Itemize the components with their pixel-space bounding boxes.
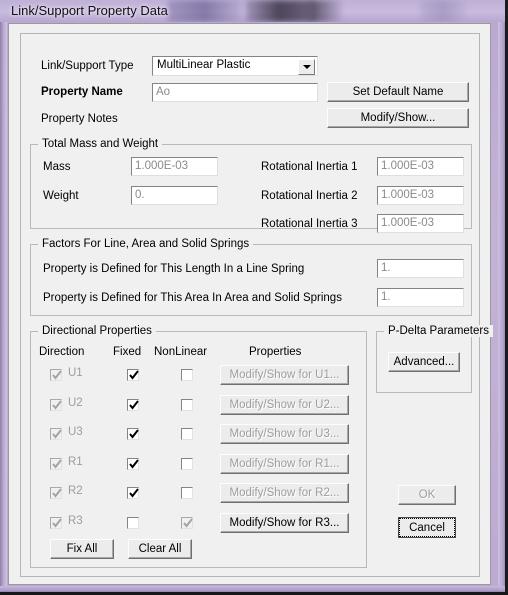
checkmark-icon	[129, 429, 139, 440]
fixed-checkbox-r2[interactable]	[127, 487, 139, 499]
modify-show-button-u3: Modify/Show for U3...	[220, 424, 349, 444]
direction-label-u3: U3	[68, 426, 83, 438]
link-support-type-combo[interactable]: MultiLinear Plastic	[152, 56, 318, 76]
rotational-inertia-3-label: Rotational Inertia 3	[261, 218, 358, 230]
rotational-inertia-1-label: Rotational Inertia 1	[261, 161, 358, 173]
checkmark-icon	[52, 429, 62, 440]
total-mass-weight-group-title: Total Mass and Weight	[38, 138, 163, 150]
weight-label: Weight	[43, 190, 79, 202]
nonlinear-checkbox-u2[interactable]	[181, 399, 193, 411]
checkmark-icon	[129, 400, 139, 411]
column-header-nonlinear: NonLinear	[154, 346, 208, 358]
nonlinear-checkbox-u1[interactable]	[181, 369, 193, 381]
modify-show-button-u2: Modify/Show for U2...	[220, 395, 349, 415]
nonlinear-checkbox-u3[interactable]	[181, 428, 193, 440]
rotational-inertia-2-label: Rotational Inertia 2	[261, 190, 358, 202]
direction-label-u2: U2	[68, 397, 83, 409]
direction-label-r3: R3	[68, 515, 83, 527]
direction-checkbox-r1	[50, 458, 62, 470]
rotational-inertia-3-input[interactable]: 1.000E-03	[377, 214, 464, 233]
dialog-client-area: Link/Support Type MultiLinear Plastic Pr…	[8, 23, 493, 585]
checkmark-icon	[52, 370, 62, 381]
modify-show-button-u1: Modify/Show for U1...	[220, 365, 349, 385]
titlebar-blur-artifact	[310, 0, 342, 22]
direction-label-u1: U1	[68, 367, 83, 379]
link-support-type-value: MultiLinear Plastic	[157, 59, 251, 71]
window-frame-left-edge	[0, 0, 7, 590]
rotational-inertia-2-input[interactable]: 1.000E-03	[377, 186, 464, 205]
direction-checkbox-u3	[50, 428, 62, 440]
checkmark-icon	[183, 518, 193, 529]
checkmark-icon	[52, 518, 62, 529]
fixed-checkbox-u3[interactable]	[127, 428, 139, 440]
fix-all-button[interactable]: Fix All	[50, 539, 114, 559]
set-default-name-button[interactable]: Set Default Name	[327, 82, 469, 102]
title-bar[interactable]: Link/Support Property Data	[0, 0, 508, 22]
cancel-button-label: Cancel	[399, 518, 455, 537]
fixed-checkbox-r3[interactable]	[127, 517, 139, 529]
property-notes-label: Property Notes	[41, 113, 118, 125]
modify-show-button-r1: Modify/Show for R1...	[220, 454, 349, 474]
advanced-button[interactable]: Advanced...	[388, 352, 460, 372]
area-solid-spring-area-label: Property is Defined for This Area In Are…	[43, 292, 342, 304]
property-name-label: Property Name	[41, 86, 123, 98]
fixed-checkbox-r1[interactable]	[127, 458, 139, 470]
clear-all-button[interactable]: Clear All	[128, 539, 192, 559]
checkmark-icon	[129, 488, 139, 499]
area-solid-spring-area-input[interactable]: 1.	[377, 288, 464, 307]
direction-checkbox-r2	[50, 487, 62, 499]
direction-label-r1: R1	[68, 456, 83, 468]
nonlinear-checkbox-r1[interactable]	[181, 458, 193, 470]
titlebar-blur-artifact	[168, 0, 242, 22]
direction-checkbox-u2	[50, 399, 62, 411]
pdelta-parameters-group-title: P-Delta Parameters	[384, 325, 493, 337]
checkmark-icon	[129, 370, 139, 381]
modify-show-button-r3[interactable]: Modify/Show for R3...	[220, 513, 349, 533]
mass-input[interactable]: 1.000E-03	[131, 157, 218, 176]
modify-show-button[interactable]: Modify/Show...	[327, 108, 469, 128]
direction-checkbox-u1	[50, 369, 62, 381]
rotational-inertia-1-input[interactable]: 1.000E-03	[377, 157, 464, 176]
direction-checkbox-r3	[50, 517, 62, 529]
weight-input[interactable]: 0.	[131, 186, 218, 205]
property-name-input[interactable]: Ao	[152, 83, 318, 102]
line-spring-length-label: Property is Defined for This Length In a…	[43, 263, 305, 275]
modify-show-button-r2: Modify/Show for R2...	[220, 483, 349, 503]
cancel-button[interactable]: Cancel	[398, 517, 456, 538]
nonlinear-checkbox-r2[interactable]	[181, 487, 193, 499]
checkmark-icon	[129, 459, 139, 470]
column-header-properties: Properties	[249, 346, 302, 358]
column-header-direction: Direction	[39, 346, 85, 358]
mass-label: Mass	[43, 161, 71, 173]
nonlinear-checkbox-r3	[181, 517, 193, 529]
chevron-down-icon[interactable]	[298, 59, 315, 75]
fixed-checkbox-u2[interactable]	[127, 399, 139, 411]
direction-label-r2: R2	[68, 485, 83, 497]
checkmark-icon	[52, 488, 62, 499]
ok-button[interactable]: OK	[398, 485, 456, 505]
checkmark-icon	[52, 459, 62, 470]
column-header-fixed: Fixed	[113, 346, 142, 358]
titlebar-blur-artifact	[246, 0, 312, 22]
window-frame: Link/Support Property Data Link/Support …	[0, 0, 508, 595]
directional-properties-group-title: Directional Properties	[38, 325, 156, 337]
window-title: Link/Support Property Data	[11, 3, 168, 18]
factors-group-title: Factors For Line, Area and Solid Springs	[38, 238, 254, 250]
link-support-type-label: Link/Support Type	[41, 60, 134, 72]
checkmark-icon	[52, 400, 62, 411]
line-spring-length-input[interactable]: 1.	[377, 259, 464, 278]
fixed-checkbox-u1[interactable]	[127, 369, 139, 381]
titlebar-blur-artifact	[420, 0, 466, 22]
dialog-inner-panel: Link/Support Type MultiLinear Plastic Pr…	[20, 33, 493, 577]
